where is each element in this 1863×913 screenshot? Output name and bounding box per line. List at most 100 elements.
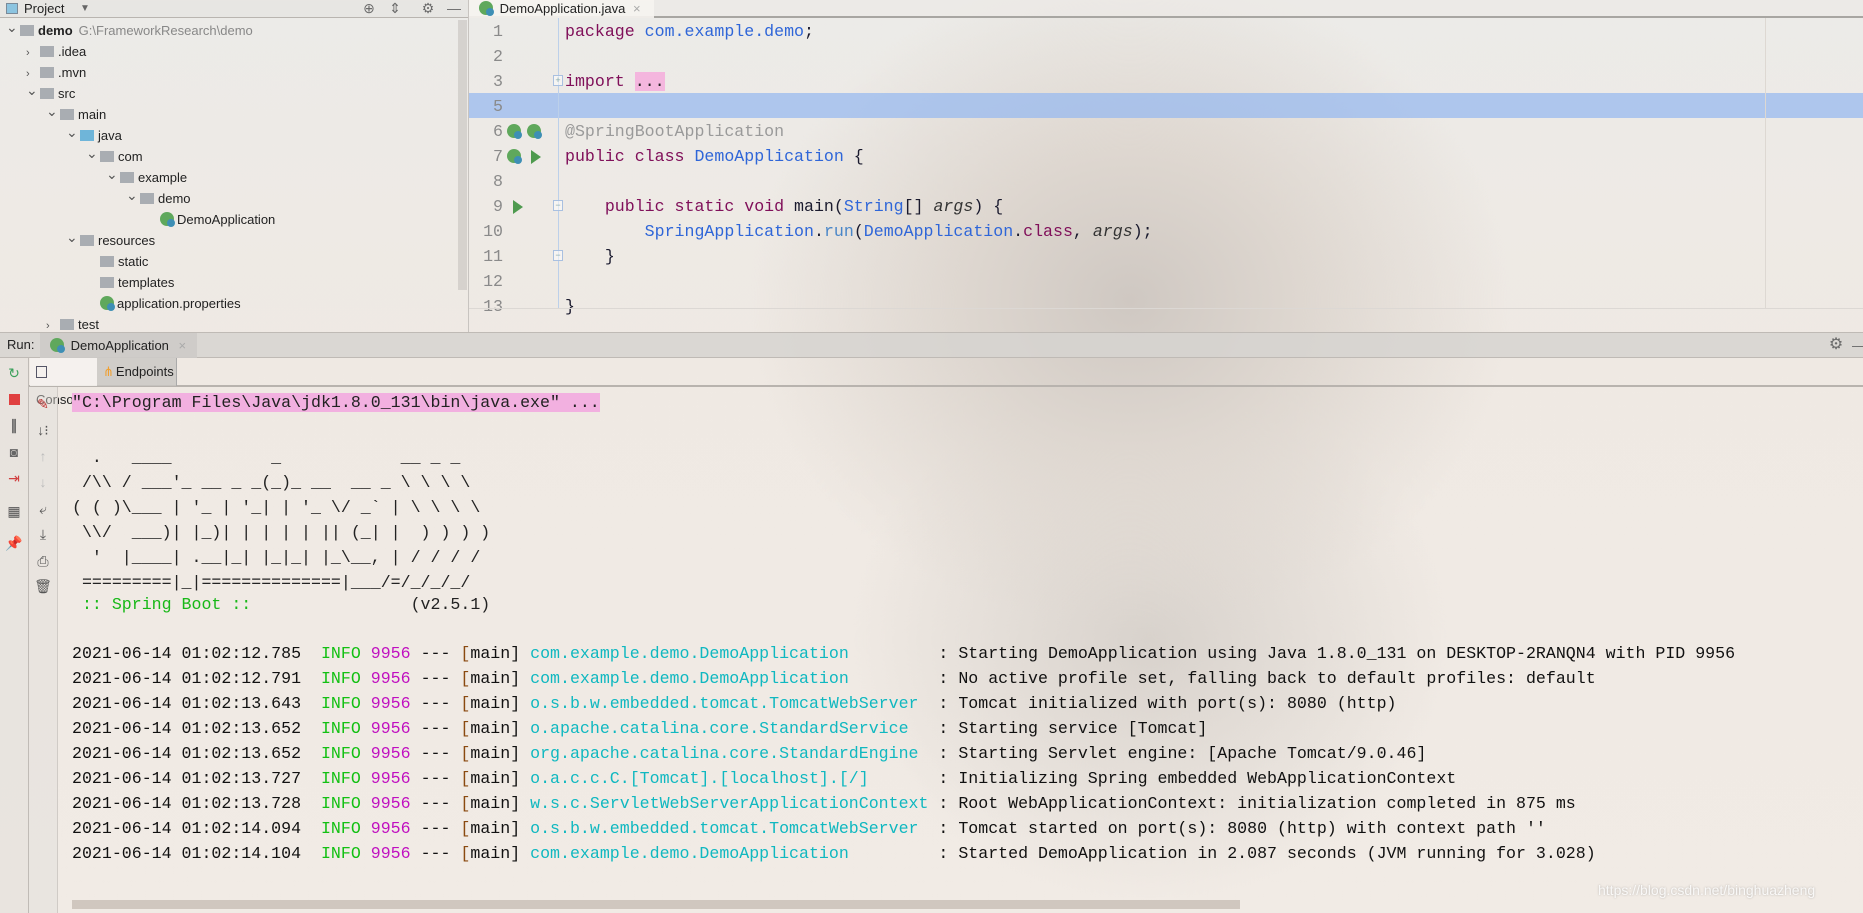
spring-class-icon[interactable]	[507, 149, 522, 164]
log-separator: [	[460, 819, 471, 838]
gear-icon[interactable]: ⚙	[1827, 337, 1845, 353]
chevron-down-icon[interactable]: ⌄	[106, 164, 120, 185]
project-tree-scrollbar[interactable]	[458, 20, 467, 290]
chevron-down-icon[interactable]: ⌄	[66, 122, 80, 143]
spring-class-icon	[479, 1, 494, 16]
run-icon[interactable]	[513, 200, 523, 214]
close-icon[interactable]: ×	[633, 1, 641, 16]
line-number: 12	[483, 272, 503, 291]
clear-all-icon[interactable]: ✎	[34, 395, 52, 413]
exit-icon[interactable]: ⇥	[5, 469, 23, 487]
folder-icon	[40, 46, 54, 57]
tree-item[interactable]: ⌄ demo G:\FrameworkResearch\demo	[6, 17, 253, 41]
code-line: 8	[469, 169, 1863, 194]
run-config-tab[interactable]: DemoApplication ×	[40, 333, 197, 358]
log-line: 2021-06-14 01:02:13.652 INFO 9956 --- [m…	[72, 716, 1207, 741]
locate-icon[interactable]: ⊕	[360, 0, 378, 16]
line-number: 1	[493, 22, 503, 41]
banner-line: \\/ ___)| |_)| | | | | || (_| | ) ) ) )	[72, 523, 491, 542]
tab-console[interactable]: Console	[30, 358, 97, 407]
console-toolbar: ✎ ↓⁝ ↑ ↓ ⤶ ⤓ ⎙ 🗑	[29, 387, 58, 913]
log-pid: 9956	[370, 719, 411, 738]
log-thread: main	[470, 744, 511, 763]
chevron-down-icon[interactable]: ⌄	[66, 227, 80, 248]
fold-marker-icon[interactable]: −	[553, 250, 563, 261]
chevron-down-icon[interactable]: ⌄	[86, 143, 100, 164]
log-msg: Tomcat initialized with port(s): 8080 (h…	[958, 694, 1397, 713]
console-horizontal-scrollbar[interactable]	[72, 900, 1240, 909]
gear-icon[interactable]: ⚙	[419, 0, 437, 16]
down-arrow-icon[interactable]: ↓	[34, 473, 52, 491]
tree-item[interactable]: static	[86, 251, 148, 272]
project-view-selector[interactable]: Project	[24, 0, 64, 17]
rerun-icon[interactable]: ↻	[5, 364, 23, 382]
stop-icon[interactable]	[5, 391, 23, 409]
sort-icon[interactable]: ↓⁝	[34, 421, 52, 439]
chevron-down-icon[interactable]: ⌄	[46, 101, 60, 122]
pause-icon[interactable]: ∥	[5, 416, 23, 434]
tree-item[interactable]: templates	[86, 272, 174, 293]
close-icon[interactable]: ×	[179, 338, 187, 353]
log-msg: Starting DemoApplication using Java 1.8.…	[958, 644, 1736, 663]
up-arrow-icon[interactable]: ↑	[34, 447, 52, 465]
log-separator: :	[918, 744, 959, 763]
code-token-it: args	[1092, 222, 1133, 241]
chevron-down-icon[interactable]: ⌄	[126, 185, 140, 206]
log-separator: ]	[510, 744, 531, 763]
log-separator: [	[460, 694, 471, 713]
tab-endpoints[interactable]: ⋔ Endpoints	[97, 358, 177, 386]
chevron-right-icon[interactable]: ›	[26, 43, 40, 64]
hide-icon[interactable]: —	[445, 0, 463, 16]
tree-item-label: example	[138, 170, 188, 185]
code-token-pkg: com.example.demo	[644, 22, 804, 41]
print-icon[interactable]: ⎙	[34, 552, 52, 570]
java-command: "C:\Program Files\Java\jdk1.8.0_131\bin\…	[72, 393, 600, 412]
code-token-plain: .	[1013, 222, 1024, 241]
log-separator: ---	[410, 669, 461, 688]
chevron-down-icon[interactable]: ⌄	[26, 80, 40, 101]
tree-item[interactable]: › .idea	[26, 41, 86, 62]
log-level: INFO	[320, 644, 361, 663]
banner-line: ' |____| .__|_| |_|_| |_\__, | / / / /	[72, 548, 481, 567]
collapse-all-icon[interactable]: ⇕	[386, 0, 404, 16]
code-token-kw: public static void	[604, 197, 795, 216]
tree-item[interactable]: ⌄ resources	[66, 227, 155, 251]
tree-item[interactable]: ⌄ example	[106, 164, 188, 188]
tree-item-label: main	[78, 107, 107, 122]
log-thread: main	[470, 794, 511, 813]
chevron-down-icon[interactable]: ▼	[80, 0, 90, 17]
run-toolwindow-header: Run: DemoApplication × ⚙ —	[0, 332, 1863, 358]
tree-item[interactable]: ⌄ demo	[126, 185, 191, 209]
tree-item[interactable]: application.properties	[86, 293, 241, 314]
layout-icon[interactable]: ▦	[5, 502, 23, 520]
pin-icon[interactable]: 📌	[5, 534, 23, 552]
hide-icon[interactable]: —	[1850, 337, 1863, 353]
tree-item-label: DemoApplication	[177, 212, 276, 227]
editor-tab[interactable]: DemoApplication.java ×	[469, 0, 654, 18]
log-pid: 9956	[370, 644, 411, 663]
run-icon[interactable]	[531, 150, 541, 164]
tree-item-label: static	[118, 254, 149, 269]
code-token-fold[interactable]: ...	[634, 72, 665, 91]
tree-item[interactable]: DemoApplication	[146, 209, 275, 230]
code-token-plain: (	[853, 222, 864, 241]
camera-icon[interactable]: ◙	[5, 443, 23, 461]
soft-wrap-icon[interactable]: ⤶	[34, 500, 52, 518]
log-separator: ]	[510, 794, 531, 813]
fold-marker-icon[interactable]: −	[553, 200, 563, 211]
log-msg: Root WebApplicationContext: initializati…	[958, 794, 1576, 813]
log-separator: ---	[410, 744, 461, 763]
editor-tab-label: DemoApplication.java	[499, 1, 626, 16]
log-logger: com.example.demo.DemoApplication	[530, 644, 849, 663]
spring-boot-icon[interactable]	[527, 124, 542, 139]
scroll-to-end-icon[interactable]: ⤓	[34, 525, 52, 543]
spring-bean-icon[interactable]	[507, 124, 522, 139]
log-ts: 2021-06-14 01:02:13.727	[72, 769, 302, 788]
chevron-down-icon[interactable]: ⌄	[6, 17, 20, 38]
log-logger: com.example.demo.DemoApplication	[530, 844, 849, 863]
log-level: INFO	[320, 719, 361, 738]
fold-marker-icon[interactable]: +	[553, 75, 563, 86]
trash-icon[interactable]: 🗑	[34, 577, 52, 595]
